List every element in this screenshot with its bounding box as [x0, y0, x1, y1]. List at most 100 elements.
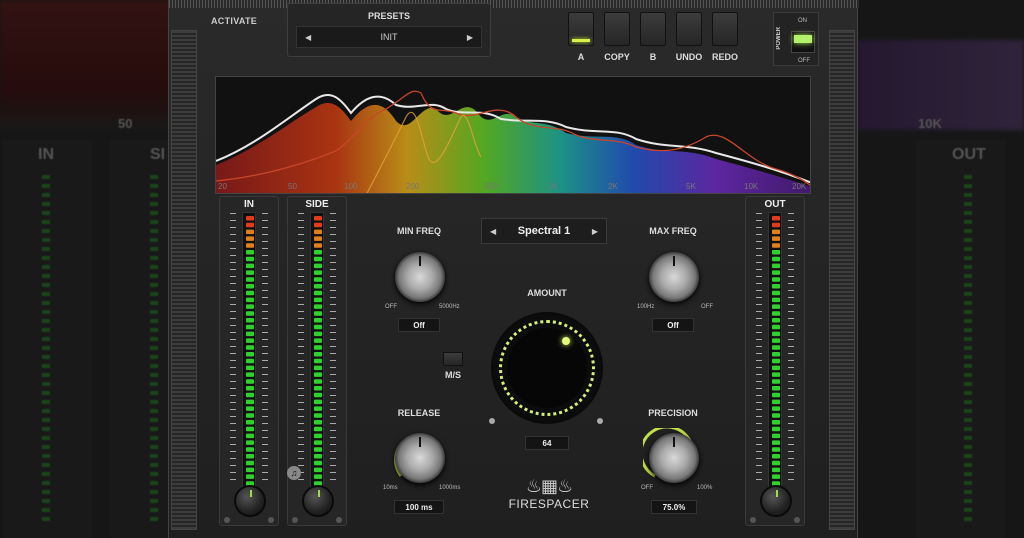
copy-button[interactable]: COPY	[603, 12, 631, 62]
preset-next-icon[interactable]: ▶	[467, 33, 473, 42]
spectrum-display[interactable]: 20 50 100 200 500 1K 2K 5K 10K 20K	[215, 76, 811, 194]
meter-led	[314, 454, 322, 459]
meter-led	[314, 474, 322, 479]
background-left: IN SI 50	[0, 0, 170, 538]
freq-label-5k: 5K	[686, 182, 696, 191]
undo-button-face[interactable]	[676, 12, 702, 46]
precision-value[interactable]: 75.0%	[651, 500, 697, 514]
preset-selector[interactable]: ◀ INIT ▶	[296, 26, 482, 48]
max-freq-value[interactable]: Off	[652, 318, 694, 332]
ms-button[interactable]	[443, 352, 463, 366]
copy-button-label: COPY	[604, 52, 630, 62]
spectral-prev-icon[interactable]: ◀	[490, 227, 496, 236]
freq-label-500: 500	[484, 182, 498, 191]
amount-label: AMOUNT	[527, 288, 567, 298]
input-ticks-right	[262, 213, 268, 483]
power-on-label: ON	[798, 18, 807, 24]
undo-button[interactable]: UNDO	[675, 12, 703, 62]
meter-led	[772, 256, 780, 262]
release-knob[interactable]	[395, 433, 445, 483]
bg-meter-side	[110, 140, 170, 538]
input-meter: IN	[219, 196, 279, 526]
meter-led	[772, 454, 780, 459]
meter-led	[772, 413, 780, 418]
precision-knob[interactable]	[649, 433, 699, 483]
meter-led	[314, 352, 322, 357]
input-ticks-left	[230, 213, 236, 483]
b-button-label: B	[649, 52, 657, 62]
power-toggle[interactable]	[791, 31, 815, 53]
freq-label-10k: 10K	[744, 182, 759, 191]
meter-led	[772, 297, 780, 303]
input-gain-knob[interactable]	[234, 485, 266, 517]
meter-led	[772, 236, 780, 241]
spectral-mode-selector[interactable]: ◀ Spectral 1 ▶	[481, 218, 607, 244]
bg-meter-out	[916, 140, 1006, 538]
preset-value: INIT	[380, 32, 398, 42]
left-rail	[171, 30, 197, 530]
top-grille	[169, 0, 859, 8]
meter-led	[772, 406, 780, 411]
meter-led	[772, 229, 780, 235]
b-button[interactable]: B	[639, 12, 667, 62]
redo-button[interactable]: REDO	[711, 12, 739, 62]
meter-led	[246, 270, 254, 275]
meter-led	[314, 311, 322, 316]
presets-label: PRESETS	[367, 11, 410, 21]
spectrum-fill	[216, 103, 810, 193]
spectral-next-icon[interactable]: ▶	[592, 227, 598, 236]
side-meter-track	[310, 212, 324, 487]
min-freq-value[interactable]: Off	[398, 318, 440, 332]
release-value[interactable]: 100 ms	[394, 500, 444, 514]
b-button-face[interactable]	[640, 12, 666, 46]
meter-led	[314, 413, 322, 418]
meter-led	[246, 474, 254, 479]
meter-led	[772, 243, 780, 248]
meter-led	[772, 222, 780, 228]
activate-label[interactable]: ACTIVATE	[211, 16, 257, 26]
meter-led	[246, 352, 254, 357]
headphone-icon[interactable]: ♫	[287, 466, 301, 480]
right-rail	[829, 30, 855, 530]
amount-value[interactable]: 64	[525, 436, 569, 450]
redo-button-face[interactable]	[712, 12, 738, 46]
output-meter-track	[768, 212, 782, 487]
meter-led	[314, 426, 322, 432]
meter-led	[246, 447, 254, 452]
a-button-face[interactable]	[568, 12, 594, 46]
amount-knob[interactable]	[491, 312, 603, 424]
meter-led	[246, 413, 254, 418]
meter-led	[314, 304, 322, 309]
meter-led	[314, 284, 322, 289]
a-button[interactable]: A	[567, 12, 595, 62]
plugin-window: ACTIVATE PRESETS ◀ INIT ▶ A COPY B UNDO …	[168, 0, 859, 538]
meter-led	[772, 460, 780, 466]
output-meter-title: OUT	[764, 199, 786, 210]
spectral-mode-value: Spectral 1	[517, 225, 571, 237]
meter-led	[314, 433, 322, 439]
meter-led	[314, 406, 322, 411]
precision-min-label: OFF	[641, 485, 653, 491]
meter-led	[246, 250, 254, 255]
min-freq-knob[interactable]	[395, 252, 445, 302]
logo-text: FIRESPACER	[508, 497, 590, 511]
meter-led	[772, 318, 780, 323]
side-gain-knob[interactable]	[302, 485, 334, 517]
output-gain-knob[interactable]	[760, 485, 792, 517]
meter-led	[314, 372, 322, 377]
meter-led	[772, 311, 780, 316]
meter-led	[314, 243, 322, 248]
power-off-label: OFF	[798, 58, 810, 64]
copy-button-face[interactable]	[604, 12, 630, 46]
meter-led	[314, 318, 322, 323]
meter-led	[314, 222, 322, 228]
meter-led	[246, 324, 254, 330]
max-freq-knob[interactable]	[649, 252, 699, 302]
preset-prev-icon[interactable]: ◀	[305, 33, 311, 42]
meter-led	[772, 358, 780, 364]
meter-led	[246, 216, 254, 221]
meter-led	[246, 386, 254, 391]
meter-led	[246, 372, 254, 377]
meter-led	[246, 304, 254, 309]
meter-led	[246, 420, 254, 425]
